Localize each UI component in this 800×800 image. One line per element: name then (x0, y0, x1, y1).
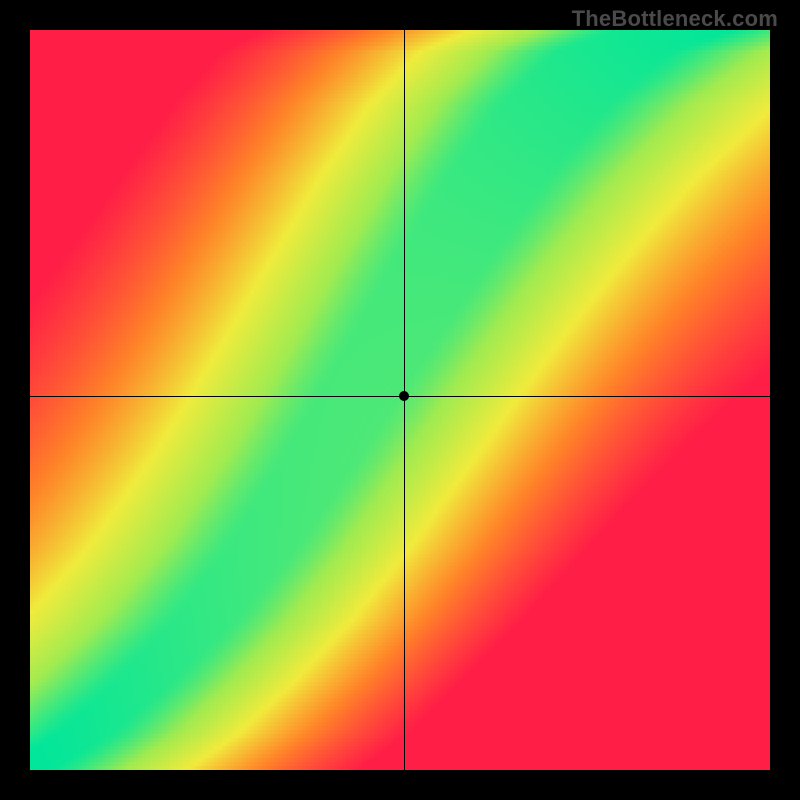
chart-frame: TheBottleneck.com (0, 0, 800, 800)
watermark-text: TheBottleneck.com (572, 6, 778, 32)
data-point-marker (399, 391, 409, 401)
heatmap-plot (30, 30, 770, 770)
